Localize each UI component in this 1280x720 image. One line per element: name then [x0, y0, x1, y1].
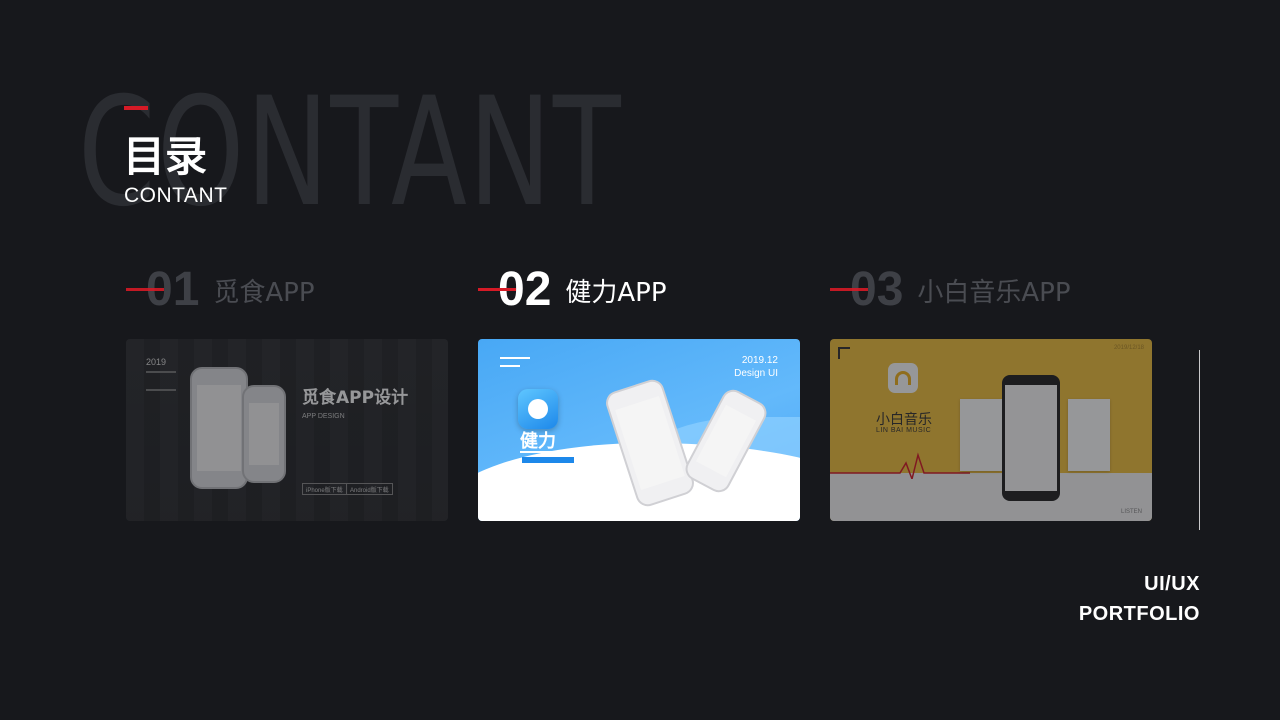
red-dash: [478, 288, 516, 291]
page-subtitle: CONTANT: [124, 184, 228, 207]
section-name: 健力APP: [565, 277, 667, 308]
card-footer-band: [830, 473, 1152, 521]
red-dash: [126, 288, 164, 291]
card-heading: 觅食APP设计: [302, 388, 409, 408]
app-subtitle: LIN BAI MUSIC: [876, 427, 932, 434]
screen-panel: [1068, 399, 1110, 471]
portfolio-label: UI/UX PORTFOLIO: [1079, 569, 1200, 629]
project-card-jianli[interactable]: 2019.12 Design UI 健力: [478, 339, 800, 521]
card-date: 2019.12: [741, 355, 778, 366]
android-download-button: Android版下载: [346, 483, 393, 495]
iphone-download-button: iPhone版下载: [302, 483, 347, 495]
project-card-mishi[interactable]: 2019 觅食APP设计 APP DESIGN iPhone版下载 Androi…: [126, 339, 448, 521]
street-background-image: [126, 339, 448, 521]
pulse-line-icon: [830, 452, 970, 479]
app-name: 健力: [520, 431, 556, 452]
corner-mark: [838, 347, 850, 359]
listen-label: LISTEN: [1120, 509, 1142, 515]
headphone-icon: [888, 363, 918, 393]
phone-mockup: [1002, 375, 1060, 501]
section-header-03[interactable]: 03 小白音乐APP: [830, 262, 1071, 318]
red-dash: [830, 288, 868, 291]
app-icon: [518, 389, 558, 429]
screen-panel: [960, 399, 1002, 471]
section-name: 小白音乐APP: [917, 277, 1071, 308]
card-year: 2019: [146, 357, 167, 367]
section-name: 觅食APP: [213, 277, 315, 308]
vertical-divider: [1199, 350, 1200, 530]
divider: [520, 451, 568, 453]
portfolio-line-1: UI/UX: [1144, 573, 1200, 595]
page-title: 目录: [123, 132, 208, 181]
section-header-02[interactable]: 02 健力APP: [478, 262, 667, 318]
title-accent-bar: [124, 106, 148, 110]
card-subtitle: Design UI: [734, 368, 778, 379]
project-card-xiaobai-music[interactable]: 2019/12/18 小白音乐 LIN BAI MUSIC LISTEN: [830, 339, 1152, 521]
section-header-01[interactable]: 01 觅食APP: [126, 262, 315, 318]
decorative-lines: [146, 371, 176, 391]
accent-bar: [522, 457, 574, 463]
card-tagline: APP DESIGN: [302, 413, 345, 420]
phone-mockup: [242, 385, 286, 483]
phone-mockup: [190, 367, 248, 489]
portfolio-line-2: PORTFOLIO: [1078, 603, 1200, 625]
card-date: 2019/12/18: [1113, 345, 1144, 351]
app-name: 小白音乐: [876, 412, 932, 428]
